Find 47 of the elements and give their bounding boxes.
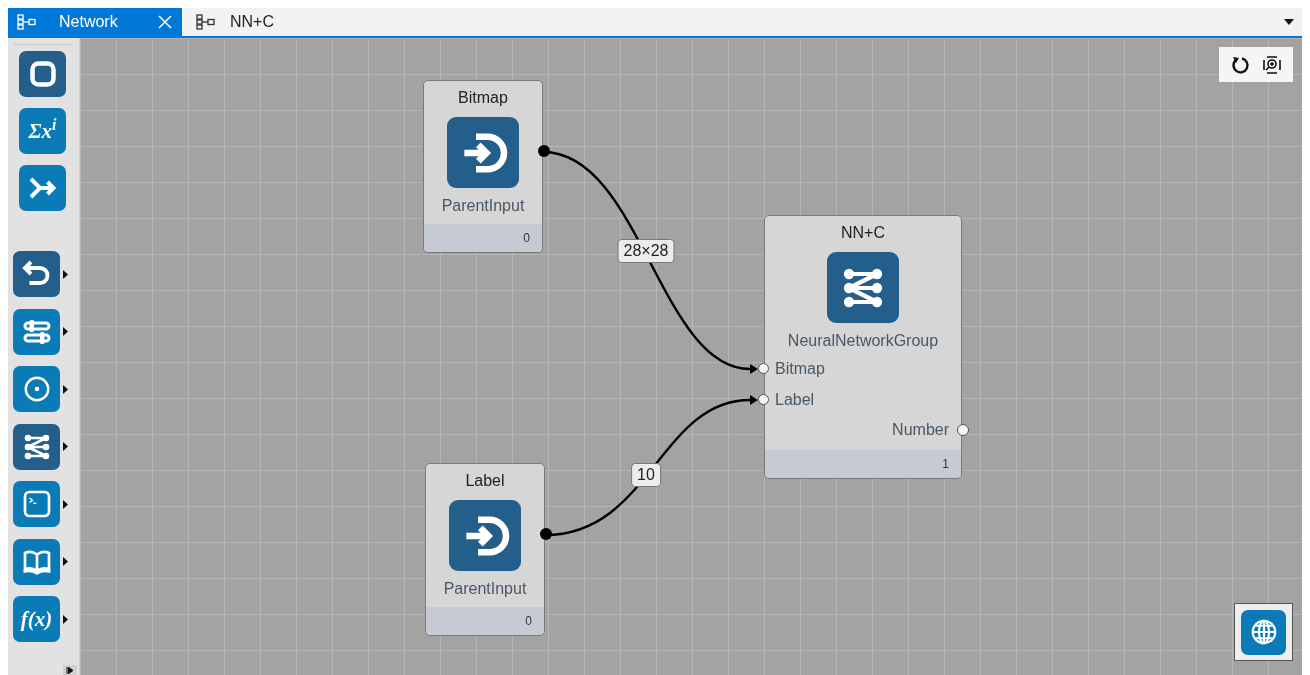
expand-arrow-icon[interactable] bbox=[63, 557, 68, 566]
tool-button[interactable] bbox=[13, 423, 60, 470]
globe-icon bbox=[1241, 609, 1286, 655]
tool-button[interactable] bbox=[19, 165, 66, 211]
node-card[interactable]: Bitmap ParentInput 0 bbox=[423, 80, 543, 253]
node-card[interactable]: NN+C NeuralNetworkGroup Bitmap Label Number 1 bbox=[764, 215, 962, 479]
tab[interactable]: Network bbox=[8, 8, 182, 36]
tool-button[interactable] bbox=[13, 366, 60, 412]
node-title: Bitmap bbox=[458, 88, 508, 108]
port-label: Label bbox=[775, 389, 815, 410]
tool-button[interactable] bbox=[13, 481, 60, 527]
dropdown-caret-icon[interactable] bbox=[1284, 19, 1294, 25]
tool-button[interactable] bbox=[13, 538, 60, 585]
node-card[interactable]: Label ParentInput 0 bbox=[425, 463, 545, 636]
zoom-fit-icon[interactable] bbox=[1262, 54, 1282, 75]
input-port[interactable] bbox=[758, 363, 769, 374]
expand-arrow-icon[interactable] bbox=[63, 384, 68, 394]
tool-button[interactable] bbox=[13, 308, 60, 355]
expand-arrow-icon[interactable] bbox=[63, 269, 68, 279]
expand-arrow-icon[interactable] bbox=[63, 614, 68, 624]
node-type-label: ParentInput bbox=[441, 196, 525, 216]
globe-button[interactable] bbox=[1234, 603, 1293, 661]
node-title: NN+C bbox=[841, 223, 885, 243]
tab[interactable]: NN+C bbox=[182, 8, 286, 36]
expand-arrow-icon[interactable] bbox=[63, 442, 68, 451]
node-count: 0 bbox=[525, 613, 532, 630]
reset-icon[interactable] bbox=[1230, 54, 1250, 75]
close-icon[interactable] bbox=[158, 15, 172, 29]
edge-label: 28×28 bbox=[617, 239, 675, 263]
node-type-label: NeuralNetworkGroup bbox=[787, 331, 939, 351]
tool-button[interactable]: Σx$^{i}$ bbox=[19, 108, 66, 154]
edge-label: 10 bbox=[631, 463, 661, 487]
collapse-button[interactable] bbox=[63, 665, 77, 675]
node-title: Label bbox=[465, 471, 505, 491]
port-label: Bitmap bbox=[775, 358, 825, 379]
tool-button[interactable] bbox=[19, 51, 66, 97]
expand-arrow-icon[interactable] bbox=[63, 327, 68, 336]
node-count: 0 bbox=[523, 230, 530, 247]
hierarchy-icon bbox=[196, 14, 216, 30]
port-label: Number bbox=[892, 420, 949, 440]
input-port[interactable] bbox=[758, 394, 769, 405]
tool-button[interactable] bbox=[13, 251, 60, 297]
expand-arrow-icon[interactable] bbox=[63, 499, 68, 509]
node-count: 1 bbox=[942, 456, 949, 473]
node-type-label: ParentInput bbox=[443, 579, 527, 599]
hierarchy-icon bbox=[17, 14, 37, 30]
tool-button[interactable]: f(x) bbox=[13, 596, 60, 642]
